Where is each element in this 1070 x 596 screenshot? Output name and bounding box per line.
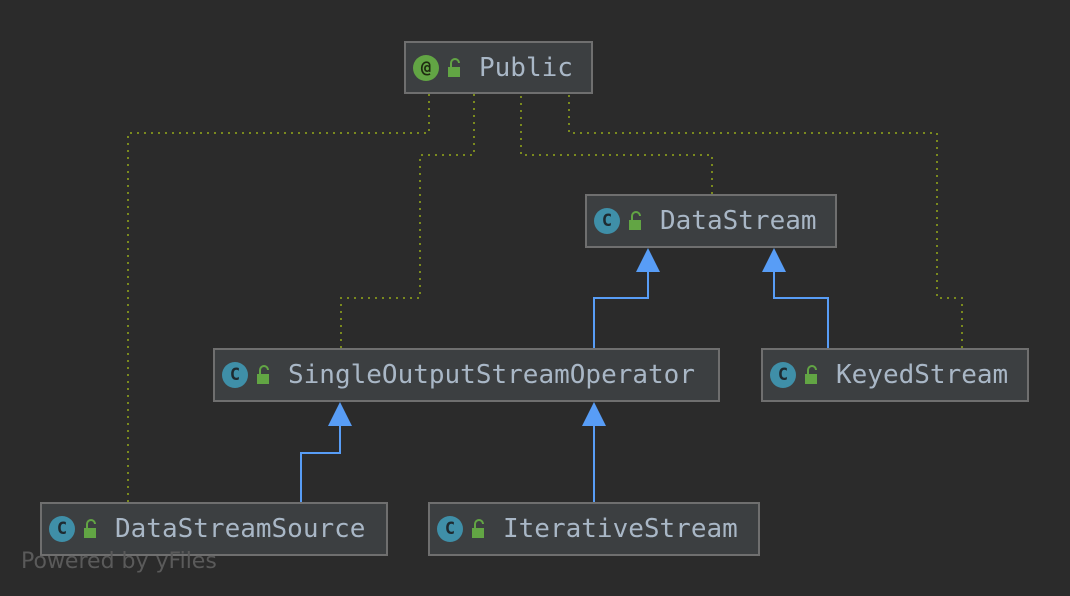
edge-inherit-keyed-datastream: [773, 270, 829, 348]
edge-annotated-datastream-public: [520, 94, 713, 194]
node-datastreamsource[interactable]: C DataStreamSource: [40, 502, 388, 556]
edge-inherit-singleoutput-datastream: [593, 270, 649, 348]
inheritance-arrowhead: [582, 402, 606, 426]
unlocked-padlock-icon: [448, 57, 460, 77]
unlocked-padlock-icon: [84, 519, 96, 538]
node-single-output-stream-operator[interactable]: C SingleOutputStreamOperator: [213, 348, 720, 402]
node-iterativestream[interactable]: C IterativeStream: [428, 502, 760, 556]
unlocked-padlock-icon: [472, 519, 484, 538]
inheritance-arrowhead: [762, 248, 786, 272]
class-icon: C: [222, 362, 248, 388]
edge-inherit-source-singleoutput: [300, 424, 341, 502]
node-public[interactable]: @ Public: [404, 41, 593, 94]
node-public-label: Public: [479, 52, 573, 83]
inheritance-arrowhead: [636, 248, 660, 272]
class-icon: C: [594, 208, 620, 234]
annotation-icon: @: [413, 54, 439, 81]
unlocked-padlock-icon: [629, 211, 641, 230]
class-icon: C: [770, 362, 796, 388]
unlocked-padlock-icon: [805, 365, 817, 384]
node-datastream-label: DataStream: [660, 206, 817, 236]
class-icon: C: [437, 516, 463, 542]
class-icon: C: [49, 516, 75, 542]
edge-annotated-singleoutput-public: [340, 94, 475, 348]
node-keyedstream[interactable]: C KeyedStream: [761, 348, 1029, 402]
unlocked-padlock-icon: [257, 365, 269, 384]
node-datastream[interactable]: C DataStream: [585, 194, 837, 248]
watermark: Powered by yFiles: [21, 549, 217, 574]
node-keyedstream-label: KeyedStream: [836, 360, 1009, 390]
node-iterativestream-label: IterativeStream: [503, 514, 738, 544]
node-datastreamsource-label: DataStreamSource: [115, 514, 366, 544]
inheritance-arrowhead: [328, 402, 352, 426]
node-single-output-stream-operator-label: SingleOutputStreamOperator: [288, 360, 695, 390]
